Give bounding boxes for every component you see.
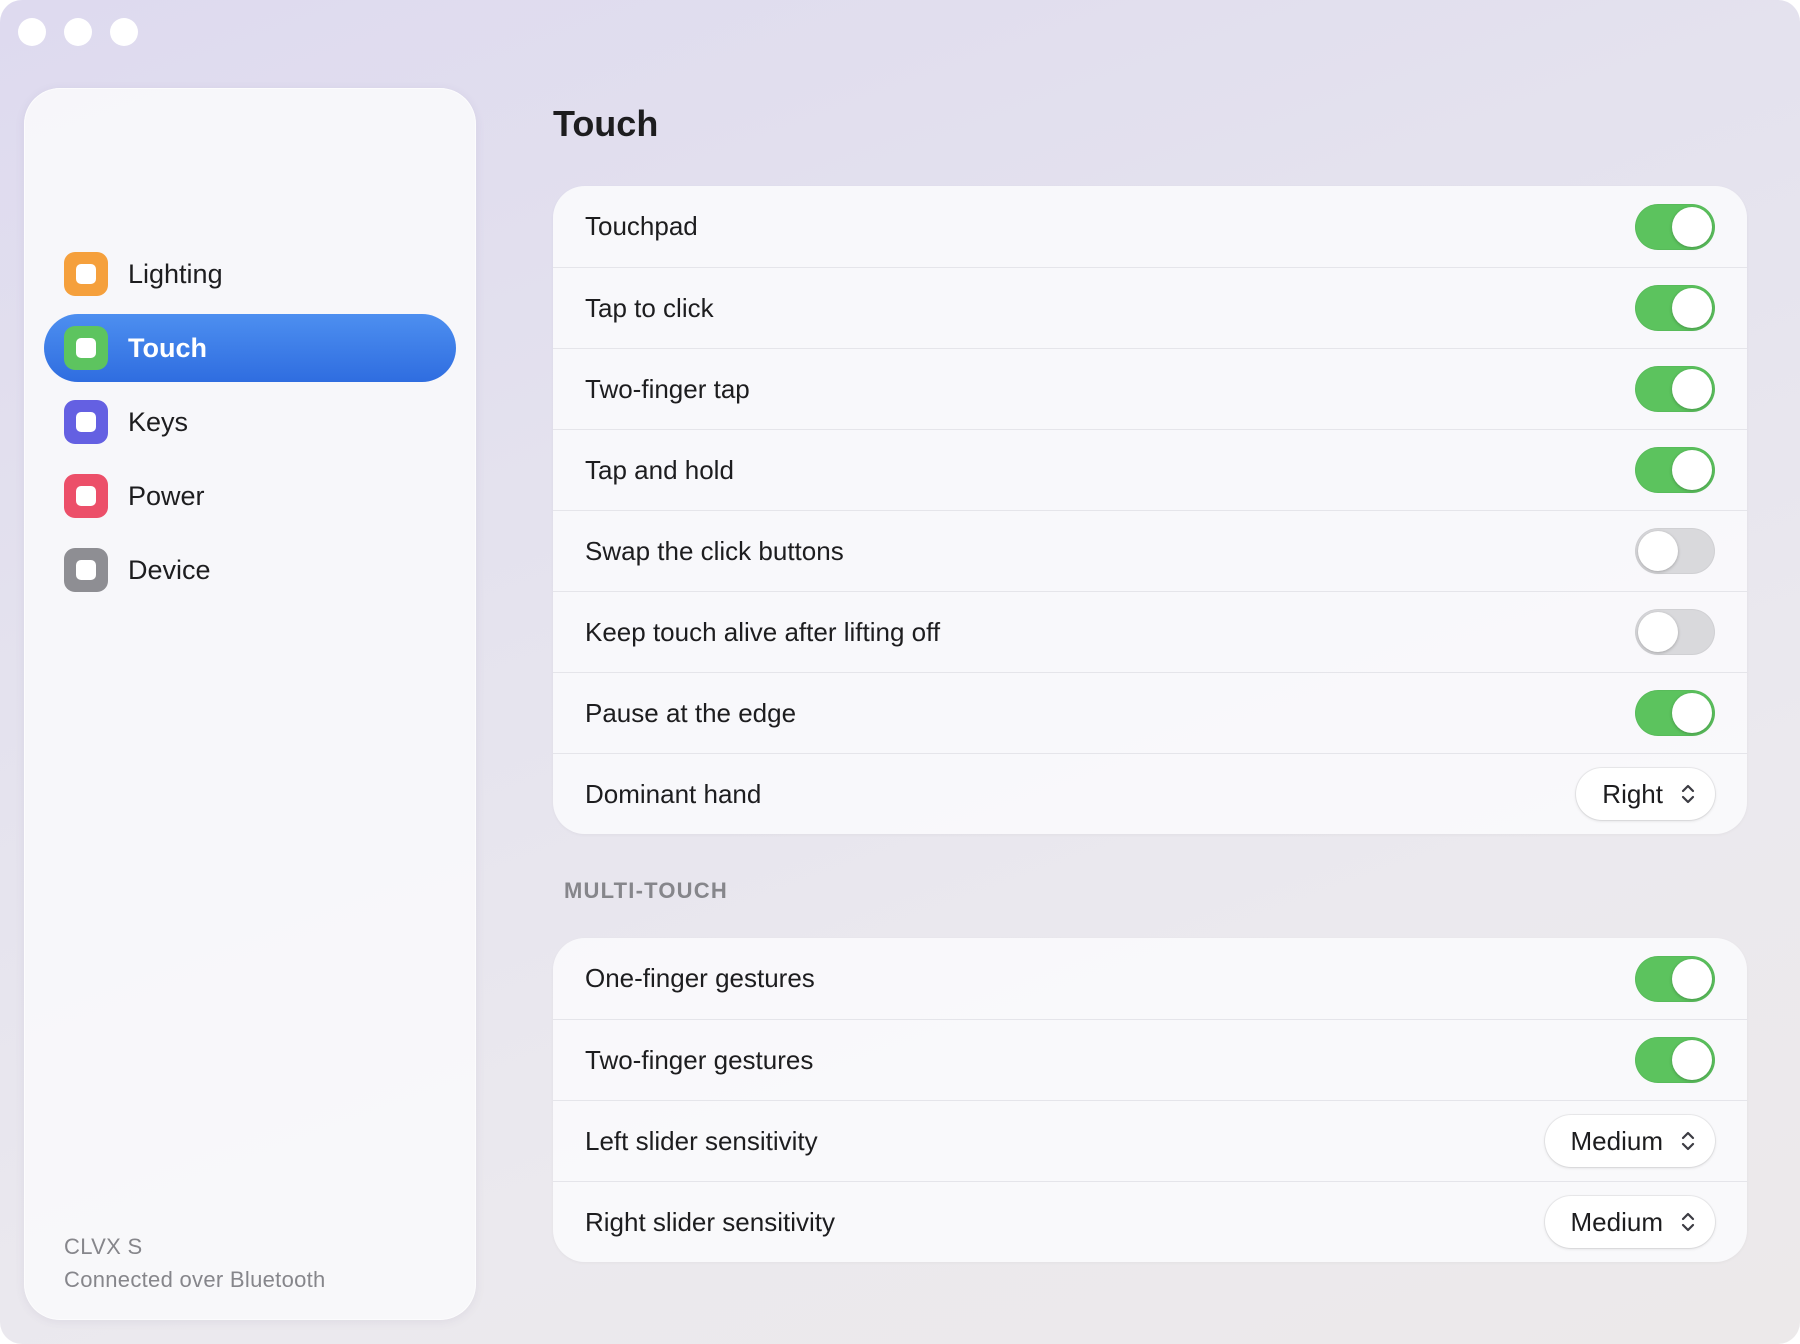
lighting-icon bbox=[64, 252, 108, 296]
two-finger-gestures-toggle[interactable] bbox=[1635, 1037, 1715, 1083]
sidebar-item-label: Power bbox=[128, 480, 205, 511]
device-icon bbox=[64, 548, 108, 592]
keys-icon bbox=[64, 400, 108, 444]
page-title: Touch bbox=[553, 103, 659, 144]
setting-label: One-finger gestures bbox=[585, 963, 815, 993]
setting-row-left-slider-sensitivity: Left slider sensitivity Medium bbox=[553, 1100, 1747, 1181]
sidebar: Lighting Touch Keys Power Device CLVX S Conn… bbox=[24, 88, 476, 1320]
sidebar-item-label: Touch bbox=[128, 332, 207, 363]
setting-label: Tap and hold bbox=[585, 454, 734, 485]
setting-label: Swap the click buttons bbox=[585, 535, 844, 566]
tap-and-hold-toggle[interactable] bbox=[1635, 447, 1715, 493]
setting-label: Pause at the edge bbox=[585, 697, 797, 728]
tap-to-click-toggle[interactable] bbox=[1635, 285, 1715, 331]
zoom-button[interactable] bbox=[110, 18, 138, 46]
setting-row-tap-to-click: Tap to click bbox=[553, 267, 1747, 348]
toggle-knob bbox=[1672, 288, 1712, 328]
power-icon bbox=[64, 474, 108, 518]
toggle-knob bbox=[1672, 450, 1712, 490]
select-value: Medium bbox=[1570, 1125, 1663, 1156]
toggle-knob bbox=[1672, 369, 1712, 409]
device-name: CLVX S bbox=[64, 1234, 143, 1259]
connection-status: Connected over Bluetooth bbox=[64, 1267, 326, 1292]
pause-at-the-edge-toggle[interactable] bbox=[1635, 690, 1715, 736]
multitouch-settings-group: One-finger gestures Two-finger gestures Le… bbox=[553, 938, 1747, 1262]
icon-glyph bbox=[76, 412, 96, 432]
setting-row-keep-touch-alive-after-lifting-off: Keep touch alive after lifting off bbox=[553, 591, 1747, 672]
main-pane: Touch Touchpad Tap to click Two-finger tap… bbox=[553, 100, 1747, 1262]
sidebar-nav: Lighting Touch Keys Power Device bbox=[44, 240, 456, 610]
select-value: Medium bbox=[1570, 1206, 1663, 1237]
setting-row-dominant-hand: Dominant hand Right bbox=[553, 753, 1747, 834]
swap-the-click-buttons-toggle[interactable] bbox=[1635, 528, 1715, 574]
toggle-knob bbox=[1672, 693, 1712, 733]
chevron-up-down-icon bbox=[1681, 783, 1695, 805]
setting-row-two-finger-tap: Two-finger tap bbox=[553, 348, 1747, 429]
sidebar-item-touch[interactable]: Touch bbox=[44, 314, 456, 382]
section-header-multitouch: MULTI-TOUCH bbox=[564, 878, 728, 903]
setting-label: Left slider sensitivity bbox=[585, 1125, 818, 1156]
setting-row-tap-and-hold: Tap and hold bbox=[553, 429, 1747, 510]
device-info: CLVX S Connected over Bluetooth bbox=[64, 1230, 326, 1296]
sidebar-item-label: Lighting bbox=[128, 258, 223, 289]
sidebar-item-lighting[interactable]: Lighting bbox=[44, 240, 456, 308]
sidebar-item-keys[interactable]: Keys bbox=[44, 388, 456, 456]
toggle-knob bbox=[1638, 612, 1678, 652]
sidebar-item-power[interactable]: Power bbox=[44, 462, 456, 530]
setting-row-touchpad: Touchpad bbox=[553, 186, 1747, 267]
setting-label: Two-finger gestures bbox=[585, 1044, 814, 1075]
sidebar-item-label: Keys bbox=[128, 406, 189, 437]
select-value: Right bbox=[1602, 778, 1663, 809]
setting-label: Dominant hand bbox=[585, 778, 762, 809]
setting-row-swap-the-click-buttons: Swap the click buttons bbox=[553, 510, 1747, 591]
setting-label: Two-finger tap bbox=[585, 373, 750, 404]
setting-label: Tap to click bbox=[585, 292, 714, 323]
setting-row-one-finger-gestures: One-finger gestures bbox=[553, 938, 1747, 1019]
chevron-up-down-icon bbox=[1681, 1130, 1695, 1152]
window-controls bbox=[18, 18, 138, 46]
toggle-knob bbox=[1672, 206, 1712, 247]
settings-window: Lighting Touch Keys Power Device CLVX S Conn… bbox=[0, 0, 1800, 1344]
setting-label: Keep touch alive after lifting off bbox=[585, 616, 941, 647]
icon-glyph bbox=[76, 560, 96, 580]
icon-glyph bbox=[76, 338, 96, 358]
setting-row-pause-at-the-edge: Pause at the edge bbox=[553, 672, 1747, 753]
dominant-hand-select[interactable]: Right bbox=[1576, 768, 1715, 820]
setting-row-right-slider-sensitivity: Right slider sensitivity Medium bbox=[553, 1181, 1747, 1262]
two-finger-tap-toggle[interactable] bbox=[1635, 366, 1715, 412]
touchpad-toggle[interactable] bbox=[1635, 203, 1715, 250]
setting-row-two-finger-gestures: Two-finger gestures bbox=[553, 1019, 1747, 1100]
sidebar-item-device[interactable]: Device bbox=[44, 536, 456, 604]
touch-settings-group: Touchpad Tap to click Two-finger tap Tap an… bbox=[553, 186, 1747, 834]
toggle-knob bbox=[1672, 1040, 1712, 1080]
icon-glyph bbox=[76, 264, 96, 284]
setting-label: Touchpad bbox=[585, 211, 698, 241]
minimize-button[interactable] bbox=[64, 18, 92, 46]
keep-touch-alive-after-lifting-off-toggle[interactable] bbox=[1635, 609, 1715, 655]
setting-label: Right slider sensitivity bbox=[585, 1206, 835, 1237]
toggle-knob bbox=[1672, 958, 1712, 999]
right-slider-sensitivity-select[interactable]: Medium bbox=[1544, 1196, 1715, 1248]
one-finger-gestures-toggle[interactable] bbox=[1635, 955, 1715, 1002]
toggle-knob bbox=[1638, 531, 1678, 571]
touch-icon bbox=[64, 326, 108, 370]
left-slider-sensitivity-select[interactable]: Medium bbox=[1544, 1115, 1715, 1167]
sidebar-item-label: Device bbox=[128, 554, 211, 585]
close-button[interactable] bbox=[18, 18, 46, 46]
chevron-up-down-icon bbox=[1681, 1211, 1695, 1233]
icon-glyph bbox=[76, 486, 96, 506]
